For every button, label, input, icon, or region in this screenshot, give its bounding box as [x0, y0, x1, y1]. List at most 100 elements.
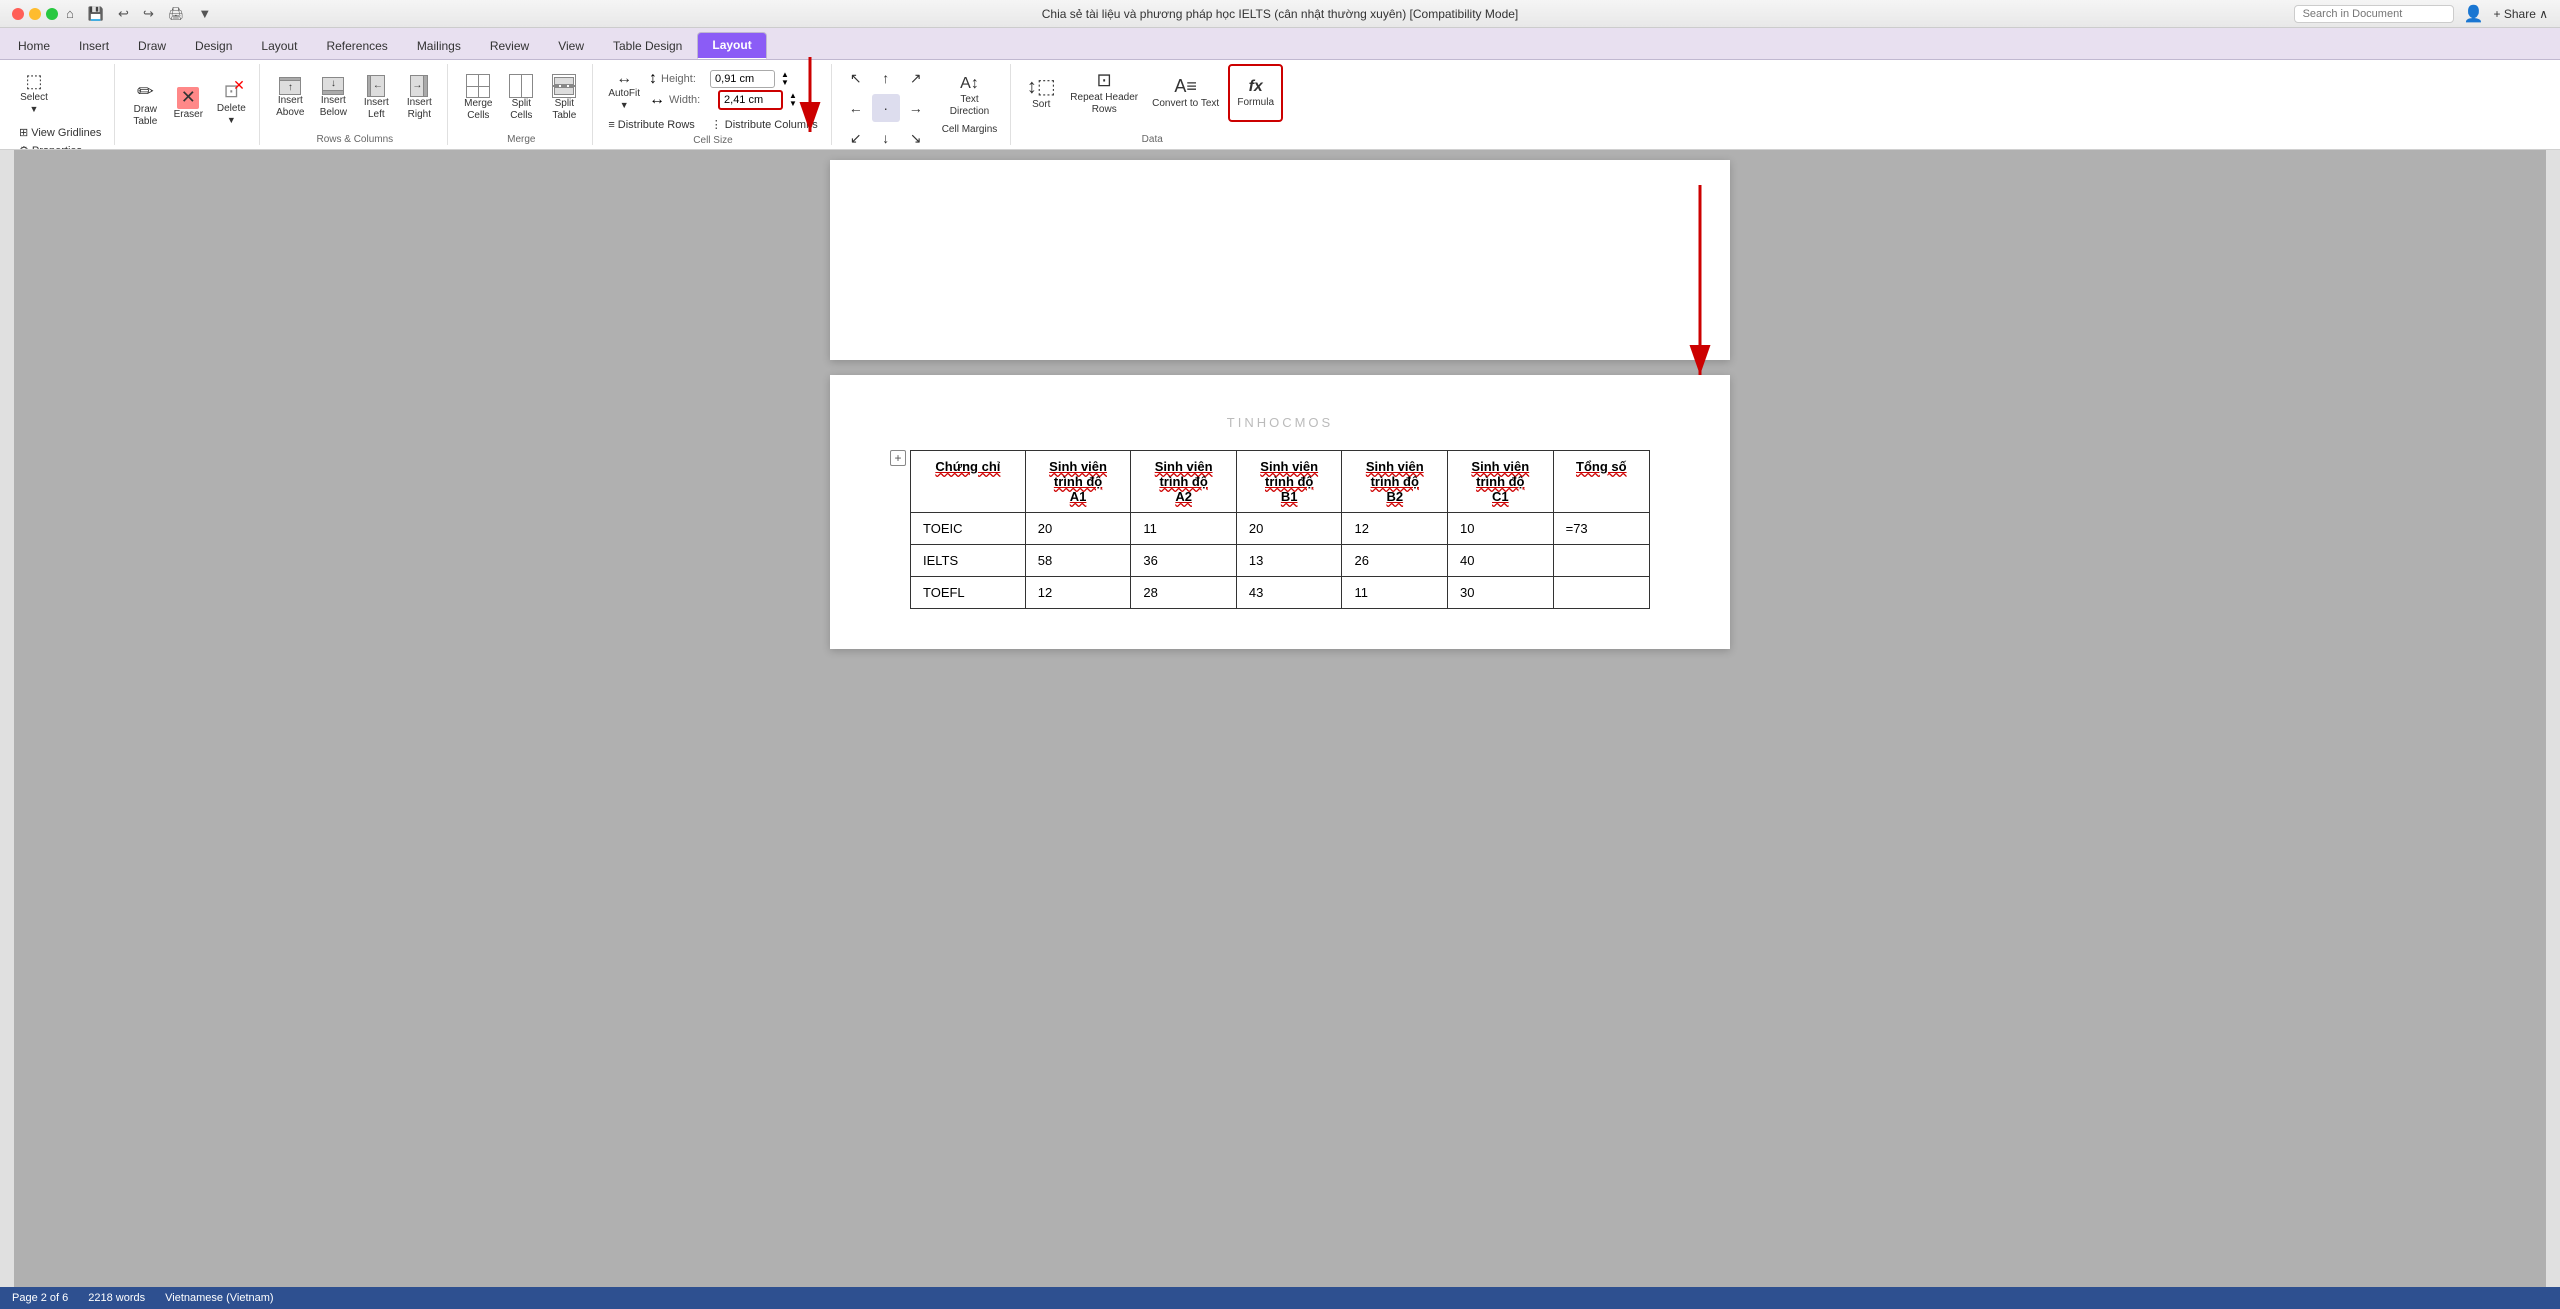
properties-button[interactable]: ⚙ Properties [14, 142, 106, 150]
align-top-right[interactable]: ↗ [902, 64, 930, 92]
align-bottom-center[interactable]: ↓ [872, 124, 900, 150]
group-cell-size: ↔ AutoFit ▼ ↕ Height: ▲ ▼ [595, 64, 831, 145]
width-input[interactable] [718, 90, 783, 110]
redo-icon[interactable]: ↪ [143, 6, 154, 22]
undo-icon[interactable]: ↩ [118, 6, 129, 22]
insert-right-label: InsertRight [407, 97, 432, 121]
height-input[interactable] [710, 70, 775, 88]
save-icon[interactable]: 💾 [88, 6, 104, 22]
language: Vietnamese (Vietnam) [165, 1292, 273, 1304]
traffic-lights [12, 8, 58, 20]
tab-table-design[interactable]: Table Design [599, 34, 696, 59]
ribbon: ⬚ Select ▼ ⊞ View Gridlines ⚙ Properties… [0, 60, 2560, 150]
split-cells-button[interactable]: SplitCells [501, 69, 541, 127]
autofit-button[interactable]: ↔ AutoFit ▼ [603, 70, 645, 110]
merge-cells-button[interactable]: MergeCells [458, 69, 498, 127]
tab-home[interactable]: Home [4, 34, 64, 59]
maximize-button[interactable] [46, 8, 58, 20]
align-middle-center[interactable]: · [872, 94, 900, 122]
formula-button[interactable]: fx Formula [1228, 64, 1283, 122]
document-area: TINHOCMOS + Chứng chỉ Sinh viêntrình độA… [14, 150, 2546, 1287]
print-icon[interactable]: 🖨 [168, 6, 185, 22]
table-row: IELTS 58 36 13 26 40 [911, 545, 1650, 577]
header-b1: Sinh viêntrình độB1 [1236, 451, 1342, 513]
distribute-columns-button[interactable]: ⋮ Distribute Columns [706, 116, 823, 133]
cell-toefl-c1: 30 [1448, 577, 1554, 609]
watermark: TINHOCMOS [910, 415, 1650, 430]
align-top-left[interactable]: ↖ [842, 64, 870, 92]
cell-ielts-a1: 58 [1025, 545, 1131, 577]
tab-mailings[interactable]: Mailings [403, 34, 475, 59]
group-draw: ✏ DrawTable ✕ Eraser ⊡ ✕ Delete ▼ [117, 64, 260, 145]
cell-ielts-b1: 13 [1236, 545, 1342, 577]
align-bottom-right[interactable]: ↘ [902, 124, 930, 150]
insert-above-button[interactable]: ↑ InsertAbove [270, 69, 310, 127]
select-button[interactable]: ⬚ Select ▼ [14, 64, 54, 122]
page-blank [830, 160, 1730, 360]
insert-left-button[interactable]: ← InsertLeft [356, 69, 396, 127]
word-count: 2218 words [88, 1292, 145, 1304]
sort-button[interactable]: ↕⬚ Sort [1021, 64, 1061, 122]
repeat-header-rows-button[interactable]: ⊡ Repeat HeaderRows [1065, 64, 1143, 122]
tab-draw[interactable]: Draw [124, 34, 180, 59]
close-button[interactable] [12, 8, 24, 20]
eraser-button[interactable]: ✕ Eraser [168, 75, 208, 133]
align-top-center[interactable]: ↑ [872, 64, 900, 92]
toolbar-icons: ⌂ 💾 ↩ ↪ 🖨 ▼ [66, 6, 211, 22]
align-middle-right[interactable]: → [902, 94, 930, 122]
height-down[interactable]: ▼ [779, 79, 791, 87]
convert-to-text-button[interactable]: A≡ Convert to Text [1147, 64, 1224, 122]
group-cell-size-label: Cell Size [603, 133, 822, 146]
home-icon[interactable]: ⌂ [66, 6, 74, 22]
tab-insert[interactable]: Insert [65, 34, 123, 59]
tab-layout-active[interactable]: Layout [697, 32, 766, 59]
draw-table-button[interactable]: ✏ DrawTable [125, 75, 165, 133]
group-rows-columns: ↑ InsertAbove ↓ InsertBelow ← [262, 64, 448, 145]
insert-right-button[interactable]: → InsertRight [399, 69, 439, 127]
draw-table-label: DrawTable [133, 104, 157, 128]
cell-toefl-b1: 43 [1236, 577, 1342, 609]
customize-icon[interactable]: ▼ [198, 6, 211, 22]
header-c1: Sinh viêntrình độC1 [1448, 451, 1554, 513]
group-alignment: ↖ ↑ ↗ ← · → ↙ ↓ ↘ A↕ TextDirection [834, 64, 1012, 145]
tab-review[interactable]: Review [476, 34, 543, 59]
user-icon[interactable]: 👤 [2464, 4, 2484, 24]
status-bar: Page 2 of 6 2218 words Vietnamese (Vietn… [0, 1287, 2560, 1309]
page-main: TINHOCMOS + Chứng chỉ Sinh viêntrình độA… [830, 375, 1730, 649]
insert-below-button[interactable]: ↓ InsertBelow [313, 69, 353, 127]
cell-toeic-b2: 12 [1342, 513, 1448, 545]
width-down[interactable]: ▼ [787, 100, 799, 108]
view-gridlines-button[interactable]: ⊞ View Gridlines [14, 124, 106, 141]
cell-ielts-name: IELTS [911, 545, 1026, 577]
group-data: ↕⬚ Sort ⊡ Repeat HeaderRows A≡ Convert t… [1013, 64, 1291, 145]
delete-button[interactable]: ⊡ ✕ Delete ▼ [211, 75, 251, 133]
tab-design[interactable]: Design [181, 34, 246, 59]
header-a2: Sinh viêntrình độA2 [1131, 451, 1237, 513]
share-button[interactable]: + Share ∧ [2494, 7, 2548, 21]
cell-margins-button[interactable]: Cell Margins [937, 120, 1003, 140]
merge-cells-label: MergeCells [464, 98, 492, 122]
minimize-button[interactable] [29, 8, 41, 20]
split-table-button[interactable]: SplitTable [544, 69, 584, 127]
search-input[interactable] [2294, 5, 2454, 23]
insert-above-label: InsertAbove [276, 95, 304, 119]
insert-below-label: InsertBelow [320, 95, 347, 119]
tab-references[interactable]: References [312, 34, 401, 59]
sort-label: Sort [1032, 99, 1050, 111]
distribute-columns-label: Distribute Columns [725, 119, 818, 131]
tab-view[interactable]: View [544, 34, 598, 59]
align-bottom-left[interactable]: ↙ [842, 124, 870, 150]
formula-label: Formula [1237, 97, 1274, 109]
distribute-rows-button[interactable]: ≡ Distribute Rows [603, 116, 699, 133]
width-row: ↔ Width: ▲ ▼ [649, 90, 799, 110]
insert-left-label: InsertLeft [364, 97, 389, 121]
group-merge-label: Merge [458, 132, 584, 145]
cell-toeic-total: =73 [1553, 513, 1649, 545]
tab-layout[interactable]: Layout [247, 34, 311, 59]
view-gridlines-label: View Gridlines [31, 127, 101, 139]
properties-label: Properties [32, 145, 82, 151]
align-middle-left[interactable]: ← [842, 94, 870, 122]
text-direction-button[interactable]: A↕ TextDirection [937, 76, 1003, 116]
add-row-button[interactable]: + [890, 450, 906, 466]
cell-toeic-name: TOEIC [911, 513, 1026, 545]
